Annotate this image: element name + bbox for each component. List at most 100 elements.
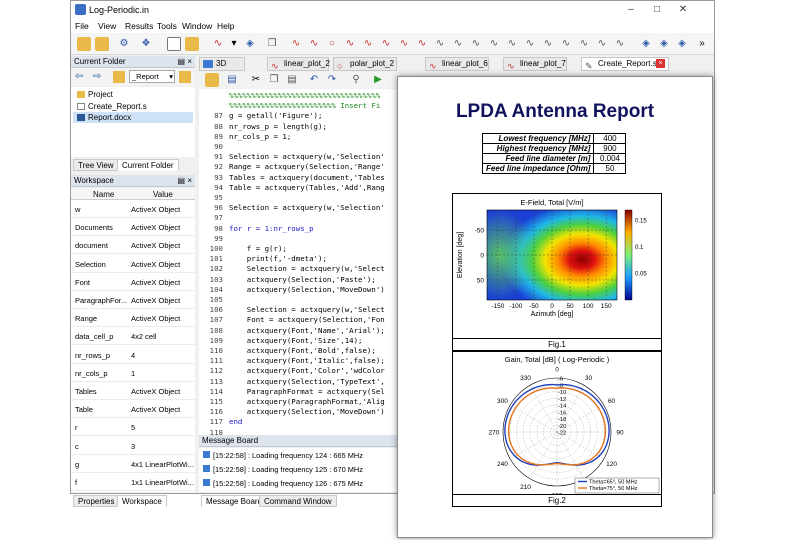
chart-icon[interactable]: ∿	[433, 37, 447, 51]
col-value[interactable]: Value	[153, 190, 173, 199]
workspace-row[interactable]: Selection ActiveX Object	[71, 255, 195, 273]
linear-plot-icon-6[interactable]: ∿	[397, 37, 411, 51]
linear-plot-icon-3[interactable]: ∿	[343, 37, 357, 51]
chart-icon-5[interactable]: ∿	[505, 37, 519, 51]
script-file-icon	[77, 103, 85, 110]
tree-item-project[interactable]: Project	[77, 89, 113, 100]
tab-linear-plot-2[interactable]: ∿ linear_plot_2	[267, 57, 330, 71]
line-number: 101	[209, 254, 223, 264]
pin-icon[interactable]: ▤ ×	[178, 175, 192, 187]
undo-icon[interactable]: ↶	[307, 73, 321, 87]
open-file-icon[interactable]	[185, 37, 199, 51]
chart-icon-4[interactable]: ∿	[487, 37, 501, 51]
chart-icon-3[interactable]: ∿	[469, 37, 483, 51]
tab-current-folder[interactable]: Current Folder	[117, 159, 179, 171]
menu-results[interactable]: Results	[125, 21, 153, 31]
workspace-row[interactable]: nr_cols_p 1	[71, 364, 195, 382]
line-number: 95	[214, 193, 223, 202]
tree-item-report-docx[interactable]: Report.docx	[73, 112, 193, 123]
menu-help[interactable]: Help	[217, 21, 234, 31]
workspace-row[interactable]: Documents ActiveX Object	[71, 218, 195, 237]
pin-icon[interactable]: ▤ ×	[178, 56, 192, 68]
tab-message-board[interactable]: Message Board	[201, 495, 268, 507]
cut-icon[interactable]: ✂	[249, 73, 263, 87]
col-name[interactable]: Name	[93, 190, 114, 199]
tab-3d-view[interactable]: 3D View	[199, 57, 245, 80]
linear-plot-icon-5[interactable]: ∿	[379, 37, 393, 51]
tool-icon-2[interactable]: ◈	[675, 37, 689, 51]
dropdown-arrow-icon[interactable]: ▾	[227, 37, 241, 51]
workspace-row[interactable]: Font ActiveX Object	[71, 273, 195, 291]
tool-icon[interactable]: ◈	[657, 37, 671, 51]
chart-icon-6[interactable]: ∿	[523, 37, 537, 51]
settings-icon[interactable]: ⚙	[117, 37, 131, 51]
paint-icon[interactable]: ◈	[639, 37, 653, 51]
workspace-row[interactable]: f 1x1 LinearPlotWi...	[71, 473, 195, 491]
linear-plot-icon-2[interactable]: ∿	[307, 37, 321, 51]
workspace-row[interactable]: Tables ActiveX Object	[71, 382, 195, 400]
folder-up-icon[interactable]	[113, 71, 125, 83]
tab-linear-plot-7[interactable]: ∿ linear_plot_7	[503, 57, 567, 71]
menu-view[interactable]: View	[98, 21, 116, 31]
copy-icon[interactable]: ❐	[267, 73, 281, 87]
workspace-row[interactable]: r5	[71, 418, 195, 437]
open-icon[interactable]	[205, 73, 219, 87]
menu-window[interactable]: Window	[182, 21, 212, 31]
line-number: 108	[209, 325, 223, 335]
workspace-row[interactable]: c3	[71, 437, 195, 455]
tab-properties[interactable]: Properties	[73, 495, 120, 507]
forward-arrow-icon[interactable]: ⇨	[93, 71, 105, 83]
workspace-row[interactable]: nr_rows_p 4	[71, 346, 195, 364]
menu-tools[interactable]: Tools	[157, 21, 177, 31]
tab-polar-plot-2[interactable]: ○ polar_plot_2	[333, 57, 397, 71]
workspace-row[interactable]: g 4x1 LinearPlotWi...	[71, 455, 195, 473]
menu-file[interactable]: File	[75, 21, 89, 31]
tree-item-create-report[interactable]: Create_Report.s	[77, 101, 147, 112]
code-editor[interactable]: %%%%%%%%%%%%%%%%%%%%%%%%%%%%%%%%%%%%%%%%…	[199, 89, 421, 435]
workspace-row[interactable]: ParagraphFor... ActiveX Object	[71, 291, 195, 309]
new-file-icon[interactable]	[167, 37, 181, 51]
save-icon[interactable]: ▤	[225, 73, 239, 87]
workspace-row[interactable]: document ActiveX Object	[71, 236, 195, 255]
linear-plot-icon-7[interactable]: ∿	[415, 37, 429, 51]
maximize-button[interactable]: □	[645, 3, 669, 17]
tab-workspace[interactable]: Workspace	[117, 495, 167, 507]
chart-icon-2[interactable]: ∿	[451, 37, 465, 51]
tab-linear-plot-6[interactable]: ∿ linear_plot_6	[425, 57, 489, 71]
minimize-button[interactable]: –	[619, 3, 643, 17]
palette-icon[interactable]: ◈	[243, 37, 257, 51]
copy-icon[interactable]: ❐	[265, 37, 279, 51]
workspace-row[interactable]: Range ActiveX Object	[71, 309, 195, 328]
run-icon[interactable]: ▶	[371, 73, 385, 87]
chart-icon-9[interactable]: ∿	[577, 37, 591, 51]
code-line: actxquery(Font,'Color','wdColor	[229, 366, 385, 376]
tab-tree-view[interactable]: Tree View	[73, 159, 119, 171]
workspace-row[interactable]: data_cell_p 4x2 cell	[71, 327, 195, 346]
chart-icon-10[interactable]: ∿	[595, 37, 609, 51]
folder-icon[interactable]	[95, 37, 109, 51]
plot-icon[interactable]: ∿	[211, 37, 225, 51]
linear-plot-icon-4[interactable]: ∿	[361, 37, 375, 51]
find-icon[interactable]: ⚲	[349, 73, 363, 87]
chart-icon-11[interactable]: ∿	[613, 37, 627, 51]
workspace-row[interactable]: Table ActiveX Object	[71, 400, 195, 419]
close-button[interactable]: ✕	[671, 3, 695, 17]
tab-command-window[interactable]: Command Window	[259, 495, 337, 507]
network-icon[interactable]: ❖	[139, 37, 153, 51]
chart-icon-8[interactable]: ∿	[559, 37, 573, 51]
paste-icon[interactable]: ▤	[285, 73, 299, 87]
close-tab-icon[interactable]: ×	[656, 59, 665, 68]
folder-path-select[interactable]: _Report ▾	[129, 70, 175, 83]
toolbar-overflow-icon[interactable]: »	[695, 37, 709, 51]
open-folder-icon[interactable]	[77, 37, 91, 51]
workspace-row[interactable]: w ActiveX Object	[71, 200, 195, 218]
back-arrow-icon[interactable]: ⇦	[75, 71, 87, 83]
code-line: actxquery(Font,'Size',14);	[229, 335, 363, 345]
redo-icon[interactable]: ↷	[325, 73, 339, 87]
chart-icon-7[interactable]: ∿	[541, 37, 555, 51]
tab-create-report[interactable]: ✎ Create_Report.s ×	[581, 57, 669, 71]
browse-folder-icon[interactable]	[179, 71, 191, 83]
code-line: for r = 1:nr_rows_p	[229, 223, 314, 233]
polar-plot-icon[interactable]: ○	[325, 37, 339, 51]
linear-plot-icon[interactable]: ∿	[289, 37, 303, 51]
